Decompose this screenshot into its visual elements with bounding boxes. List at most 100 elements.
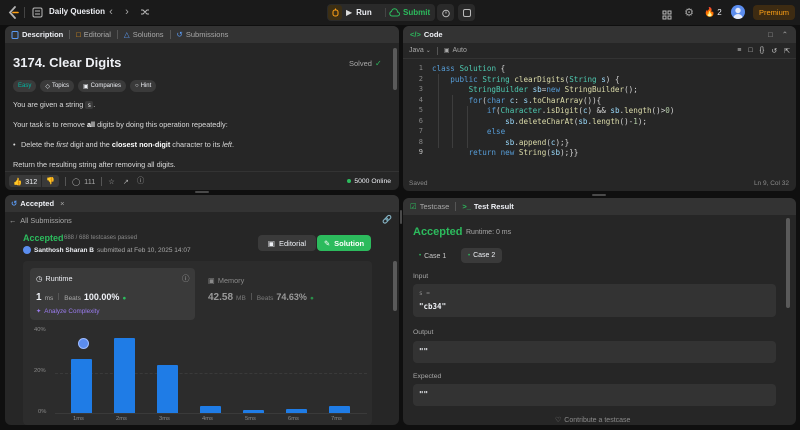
chart-bar[interactable] <box>157 365 178 413</box>
memory-card[interactable]: ▣ Memory 42.58 MB Beats 74.63% ● <box>202 268 367 320</box>
user-avatar[interactable] <box>731 5 745 19</box>
code-editor[interactable]: 1 2 3 4 5 6 7 8 9 class Solution { publi… <box>403 64 796 174</box>
close-icon[interactable]: × <box>60 199 64 208</box>
your-submission-avatar[interactable] <box>78 338 89 349</box>
divider <box>58 293 60 300</box>
link-icon[interactable]: 🔗 <box>382 215 392 224</box>
runtime-card[interactable]: ◷ Runtime ⓘ 1 ms Beats 100.00% ● ✦ Analy… <box>30 268 195 320</box>
timer-button[interactable] <box>437 4 454 21</box>
like-button[interactable]: 👍 312 <box>9 175 42 187</box>
italic-text: first <box>56 140 69 149</box>
bookmark-icon[interactable]: □ <box>748 47 752 55</box>
scrollbar[interactable] <box>393 48 397 90</box>
debug-button[interactable] <box>328 5 342 20</box>
scrollbar[interactable] <box>393 261 397 311</box>
expected-box: "" <box>413 384 776 406</box>
format-icon[interactable]: ≡ <box>737 47 741 55</box>
document-icon <box>11 30 19 39</box>
settings-gear-icon[interactable]: ⚙ <box>683 6 695 19</box>
x-tick-label: 5ms <box>245 416 256 422</box>
auto-label: Auto <box>452 47 467 54</box>
topics-tag[interactable]: ◇ Topics <box>40 80 74 92</box>
problem-title[interactable]: 3174. Clear Digits <box>13 55 121 70</box>
problem-list-title[interactable]: Daily Question <box>49 7 105 16</box>
divider <box>65 176 66 186</box>
tab-editorial[interactable]: □ Editorial <box>76 30 111 39</box>
companies-tag[interactable]: ▣ Companies <box>77 80 127 92</box>
submitter-name[interactable]: Santhosh Sharan B <box>34 247 94 254</box>
checkbox-icon: ☑ <box>410 202 417 211</box>
user-avatar[interactable] <box>23 246 31 254</box>
input-value: "cb34" <box>419 302 447 311</box>
case-2-tab[interactable]: • Case 2 <box>461 248 503 263</box>
contribute-testcase-link[interactable]: ♡ Contribute a testcase <box>555 416 630 425</box>
tab-solutions[interactable]: △ Solutions <box>124 30 164 39</box>
note-icon <box>462 8 471 17</box>
solution-button[interactable]: ✎ Solution <box>317 235 371 251</box>
tab-testcase[interactable]: ☑ Testcase <box>410 202 449 211</box>
code-line: sb.deleteCharAt(sb.length()-1); <box>505 116 647 126</box>
tab-description[interactable]: Description <box>11 30 63 39</box>
tab-accepted[interactable]: ↺ Accepted <box>11 199 54 208</box>
chevron-right-icon[interactable]: › <box>122 5 132 19</box>
chevron-left-icon[interactable]: ‹ <box>106 5 116 19</box>
layout-grid-icon[interactable] <box>662 7 673 20</box>
chart-bar[interactable] <box>200 405 221 413</box>
horizontal-splitter[interactable] <box>592 194 606 196</box>
streak-counter[interactable]: 🔥 2 <box>704 6 722 18</box>
solved-label: Solved <box>349 59 372 68</box>
shuffle-icon[interactable] <box>139 6 150 18</box>
bullet-dot: • <box>13 140 16 149</box>
scrollbar[interactable] <box>786 218 790 308</box>
star-icon[interactable]: ☆ <box>108 177 115 186</box>
analyze-label: Analyze Complexity <box>44 308 100 315</box>
lock-icon: ▣ <box>82 83 89 90</box>
tab-submissions[interactable]: ↺ Submissions <box>177 30 229 39</box>
notes-button[interactable] <box>458 4 475 21</box>
tab-test-result[interactable]: >_ Test Result <box>462 202 513 211</box>
chart-bar[interactable] <box>114 338 135 413</box>
editorial-button[interactable]: ▣ Editorial <box>258 235 316 251</box>
fullscreen-icon[interactable]: ⇱ <box>784 47 790 55</box>
language-label: Java <box>409 47 424 54</box>
problem-list-icon[interactable] <box>31 6 43 18</box>
back-to-submissions[interactable]: ← All Submissions <box>9 216 72 225</box>
grid-line <box>55 413 367 414</box>
chart-bar[interactable] <box>286 408 307 413</box>
dot-icon: • <box>419 253 422 259</box>
run-button[interactable]: ▶ Run <box>346 5 382 20</box>
premium-button[interactable]: Premium <box>753 5 795 20</box>
comments-button[interactable]: ◯ 111 <box>72 177 95 186</box>
maximize-icon[interactable]: □ <box>768 30 773 39</box>
test-runtime: Runtime: 0 ms <box>466 229 512 236</box>
share-icon[interactable]: ↗ <box>123 177 129 186</box>
hint-tag[interactable]: ○ Hint <box>130 80 157 92</box>
testcases-passed: 688 / 688 testcases passed <box>64 235 138 241</box>
horizontal-splitter[interactable] <box>195 191 209 193</box>
reset-icon[interactable]: ↺ <box>771 47 777 55</box>
code-panel: </> Code □ ⌃ Java ⌄ ▣ Auto ≡ □ {} ↺ ⇱ 1 … <box>403 26 796 191</box>
analyze-complexity-link[interactable]: ✦ Analyze Complexity <box>36 308 100 315</box>
chevron-up-icon[interactable]: ⌃ <box>782 30 788 39</box>
help-icon[interactable]: ⓘ <box>137 176 144 186</box>
leetcode-logo-icon[interactable] <box>7 6 20 19</box>
chart-bar[interactable] <box>71 359 92 413</box>
chart-bar[interactable] <box>329 406 350 413</box>
y-tick-label: 40% <box>34 327 46 333</box>
online-count: 5000 Online <box>347 178 391 185</box>
submitted-time: submitted at Feb 10, 2025 14:07 <box>96 246 191 254</box>
problem-statement: You are given a string s. Your task is t… <box>13 100 383 170</box>
vertical-splitter[interactable] <box>400 210 402 224</box>
info-icon[interactable]: ⓘ <box>182 273 190 284</box>
x-tick-label: 2ms <box>116 416 127 422</box>
dislike-button[interactable]: 👎 <box>42 175 59 187</box>
description-panel: Description □ Editorial △ Solutions ↺ Su… <box>5 26 399 190</box>
chart-bar[interactable] <box>243 409 264 413</box>
line-number: 2 <box>418 74 423 83</box>
braces-icon[interactable]: {} <box>760 47 765 55</box>
case-1-tab[interactable]: • Case 1 <box>413 249 452 263</box>
submit-button[interactable]: Submit <box>389 5 435 20</box>
language-select[interactable]: Java ⌄ <box>409 47 431 54</box>
auto-mode-toggle[interactable]: ▣ Auto <box>444 47 467 54</box>
tab-code[interactable]: </> Code <box>410 30 443 39</box>
